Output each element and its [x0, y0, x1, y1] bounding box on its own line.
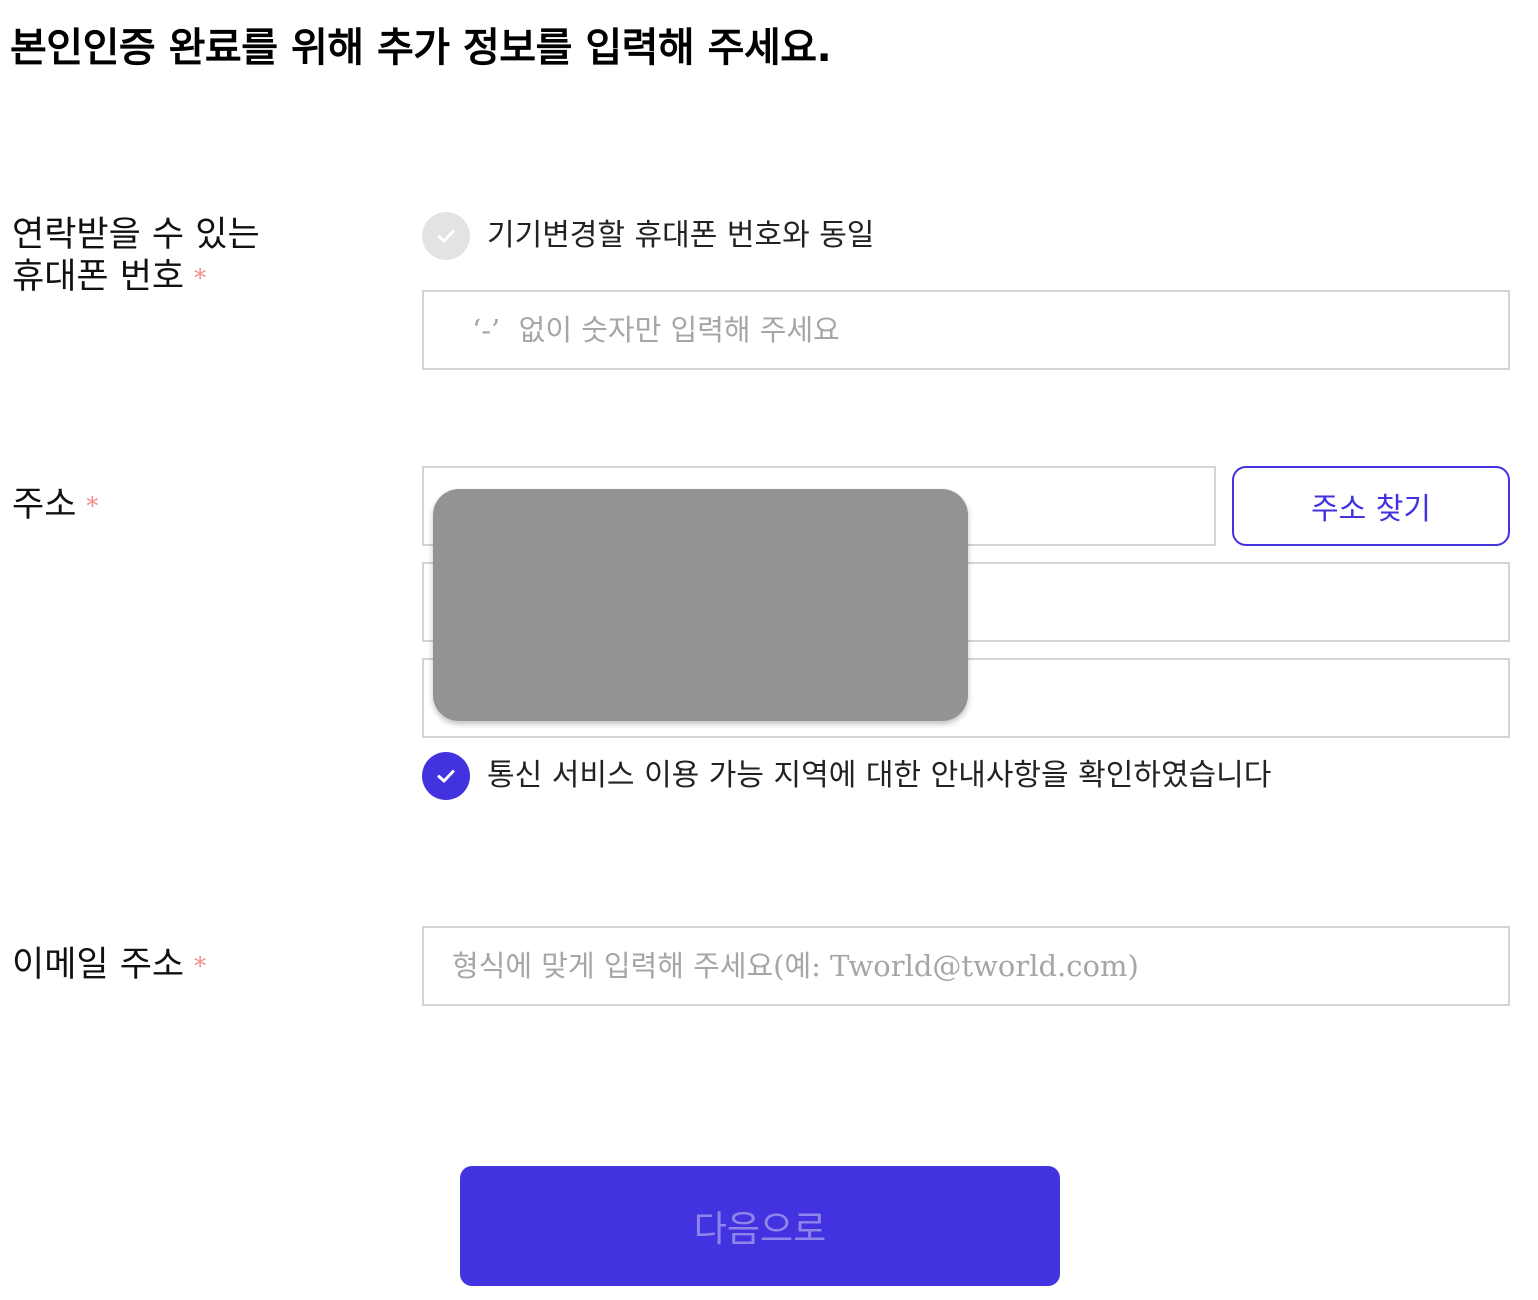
page-title: 본인인증 완료를 위해 추가 정보를 입력해 주세요. [10, 25, 832, 71]
email-input[interactable] [422, 926, 1510, 1006]
required-mark: * [86, 492, 99, 520]
same-phone-checkbox[interactable]: 기기변경할 휴대폰 번호와 동일 [422, 212, 874, 260]
redaction-overlay [433, 489, 968, 721]
phone-input[interactable] [422, 290, 1510, 370]
phone-label-line1: 연락받을 수 있는 [12, 215, 260, 255]
address-label: 주소 [12, 485, 77, 525]
address-label-row: 주소 * [12, 484, 98, 529]
email-label: 이메일 주소 [12, 945, 185, 985]
service-area-consent-checkbox[interactable]: 통신 서비스 이용 가능 지역에 대한 안내사항을 확인하였습니다 [422, 752, 1271, 800]
service-area-consent-label: 통신 서비스 이용 가능 지역에 대한 안내사항을 확인하였습니다 [487, 758, 1272, 793]
next-button[interactable]: 다음으로 [460, 1166, 1060, 1286]
phone-label-line2-row: 휴대폰 번호 * [12, 256, 260, 301]
required-mark: * [194, 264, 207, 292]
same-phone-checkbox-label: 기기변경할 휴대폰 번호와 동일 [487, 218, 875, 253]
phone-label-line2: 휴대폰 번호 [12, 257, 185, 297]
check-icon[interactable] [422, 212, 470, 260]
email-label-row: 이메일 주소 * [12, 944, 206, 989]
phone-label: 연락받을 수 있는 휴대폰 번호 * [12, 214, 260, 301]
find-address-button[interactable]: 주소 찾기 [1232, 466, 1510, 546]
check-icon[interactable] [422, 752, 470, 800]
required-mark: * [194, 952, 207, 980]
